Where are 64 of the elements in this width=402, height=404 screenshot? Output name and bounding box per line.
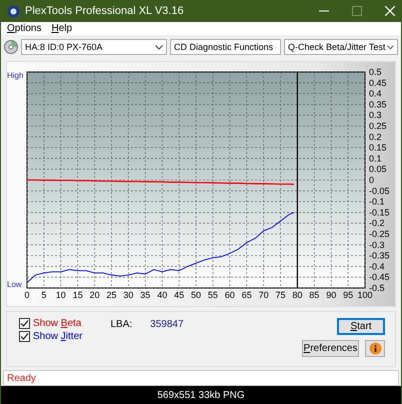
menu-item[interactable]: Help bbox=[51, 23, 72, 34]
x-tick-label: 70 bbox=[258, 290, 269, 300]
x-tick-label: 65 bbox=[242, 290, 252, 300]
x-tick-label: 30 bbox=[123, 290, 134, 300]
x-tick-label: 10 bbox=[56, 290, 66, 300]
x-tick-label: 80 bbox=[292, 290, 302, 300]
checkbox[interactable]: Show Jitter bbox=[19, 331, 82, 342]
x-tick-label: 95 bbox=[343, 290, 354, 300]
y-tick-label: -0.4 bbox=[369, 261, 385, 272]
dropdown[interactable]: CD Diagnostic Functions bbox=[170, 39, 281, 55]
app-logo-icon bbox=[7, 4, 20, 18]
x-tick-label: 75 bbox=[276, 290, 286, 300]
start-button[interactable]: Start bbox=[337, 318, 385, 335]
x-tick-label: 55 bbox=[208, 290, 218, 300]
x-tick-label: 35 bbox=[140, 290, 150, 300]
y-tick-label: 0.05 bbox=[369, 164, 387, 174]
y-tick-label: 0.5 bbox=[369, 67, 382, 77]
y-tick-label: -0.5 bbox=[369, 283, 385, 293]
low-label: Low bbox=[7, 280, 22, 289]
dropdown[interactable]: Q-Check Beta/Jitter Test bbox=[284, 39, 398, 55]
y-tick-label: -0.45 bbox=[369, 272, 390, 282]
lba-label: LBA: bbox=[110, 319, 132, 330]
y-tick-label: 0.15 bbox=[369, 142, 387, 153]
x-tick-label: 25 bbox=[106, 290, 116, 300]
y-tick-label: 0.1 bbox=[369, 153, 382, 164]
x-tick-label: 20 bbox=[90, 290, 100, 300]
y-tick-label: 0.3 bbox=[369, 110, 382, 120]
x-tick-label: 60 bbox=[224, 290, 235, 300]
x-tick-label: 40 bbox=[157, 290, 168, 300]
y-tick-label: -0.35 bbox=[369, 250, 390, 261]
x-tick-label: 90 bbox=[326, 290, 336, 300]
x-tick-label: 85 bbox=[309, 290, 320, 300]
y-tick-label: -0.15 bbox=[369, 207, 390, 218]
checkbox-square-icon bbox=[19, 331, 30, 342]
dropdown[interactable]: HA:8 ID:0 PX-760A bbox=[21, 39, 167, 55]
y-tick-label: 0.4 bbox=[369, 88, 382, 99]
preferences-button[interactable]: Preferences bbox=[302, 340, 359, 357]
y-tick-label: -0.3 bbox=[369, 240, 385, 250]
x-tick-label: 0 bbox=[24, 290, 30, 300]
checkbox[interactable]: Show Beta bbox=[19, 318, 82, 329]
y-tick-label: 0.2 bbox=[369, 132, 382, 142]
disc-icon bbox=[4, 40, 18, 54]
window-title: PlexTools Professional XL V3.16 bbox=[25, 5, 184, 17]
close-icon[interactable] bbox=[385, 6, 395, 16]
y-tick-label: 0.25 bbox=[369, 121, 387, 131]
y-tick-label: 0 bbox=[369, 175, 374, 185]
x-tick-label: 15 bbox=[72, 290, 83, 300]
x-tick-label: 100 bbox=[357, 290, 373, 300]
status-text: Ready bbox=[7, 372, 36, 384]
y-tick-label: -0.2 bbox=[369, 218, 385, 228]
x-tick-label: 5 bbox=[41, 290, 46, 300]
checkbox-square-icon bbox=[19, 318, 30, 329]
y-tick-label: -0.05 bbox=[369, 186, 390, 196]
image-caption: 569x551 33kb PNG bbox=[157, 390, 245, 400]
high-label: High bbox=[7, 71, 24, 80]
y-tick-label: -0.1 bbox=[369, 196, 385, 207]
y-tick-label: -0.25 bbox=[369, 229, 390, 239]
y-tick-label: 0.35 bbox=[369, 99, 387, 110]
x-tick-label: 50 bbox=[191, 290, 201, 300]
y-tick-label: 0.45 bbox=[369, 78, 387, 88]
info-button[interactable] bbox=[365, 340, 385, 357]
menu-item[interactable]: Options bbox=[7, 23, 42, 34]
x-tick-label: 45 bbox=[174, 290, 184, 300]
lba-value: 359847 bbox=[150, 319, 184, 330]
